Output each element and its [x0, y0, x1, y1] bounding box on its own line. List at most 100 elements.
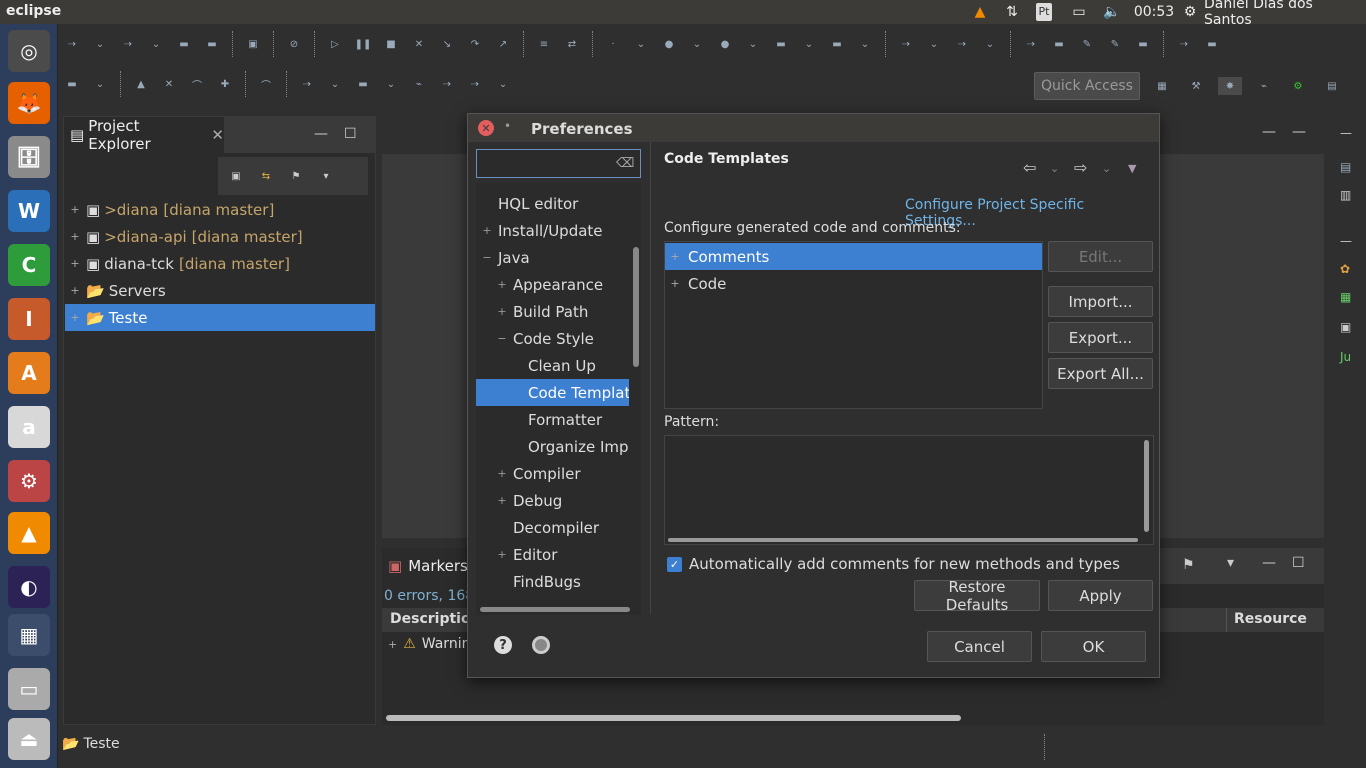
toolbar-icon[interactable]: ⌄ — [323, 75, 347, 93]
vlc-launcher-icon[interactable]: ▲ — [8, 512, 50, 554]
perspective-git-icon[interactable]: ⌁ — [1252, 77, 1276, 95]
keyboard-layout-indicator[interactable]: Pt — [1033, 2, 1055, 22]
perspective-debug-icon[interactable]: ✸ — [1218, 77, 1242, 95]
preference-tree-item[interactable]: Clean Up — [476, 352, 629, 379]
toolbar-icon[interactable]: ⇢ — [1172, 35, 1196, 53]
minimize-icon[interactable]: • — [504, 119, 511, 133]
toolbar-icon[interactable]: ▲ — [129, 75, 153, 93]
expand-icon[interactable]: + — [68, 230, 82, 243]
chevron-down-icon[interactable]: ⌄ — [1050, 162, 1059, 175]
battery-icon[interactable]: ▭ — [1066, 2, 1092, 22]
step-over-icon[interactable]: ↷ — [463, 35, 487, 53]
step-return-icon[interactable]: ↗ — [491, 35, 515, 53]
preference-tree-item[interactable]: + Install/Update — [476, 217, 629, 244]
skip-breakpoints-icon[interactable]: ⊘ — [282, 35, 306, 53]
writer-launcher-icon[interactable]: W — [8, 190, 50, 232]
expand-icon[interactable]: + — [68, 311, 82, 324]
chevron-down-icon[interactable]: ⌄ — [629, 35, 653, 53]
quick-access-button[interactable]: Quick Access — [1034, 72, 1140, 100]
software-center-launcher-icon[interactable]: A — [8, 352, 50, 394]
toolbar-icon[interactable]: ✎ — [1103, 35, 1127, 53]
tree-item[interactable]: + ▣ > diana-api [diana master] — [65, 223, 375, 250]
toolbar-icon[interactable]: ✚ — [213, 75, 237, 93]
tips-icon[interactable] — [532, 636, 550, 654]
chevron-down-icon[interactable]: ⌄ — [144, 35, 168, 53]
tree-item[interactable]: + 📂 Teste — [65, 304, 375, 331]
new-icon[interactable]: ⇢ — [60, 35, 84, 53]
junit-icon[interactable]: Ju — [1340, 350, 1351, 364]
toolbar-icon[interactable]: ⇢ — [894, 35, 918, 53]
auto-comments-label[interactable]: Automatically add comments for new metho… — [689, 555, 1120, 573]
suspend-icon[interactable]: ❚❚ — [351, 35, 375, 53]
cancel-button[interactable]: Cancel — [927, 631, 1032, 662]
toolbar-icon[interactable]: ⇢ — [950, 35, 974, 53]
task-list-icon[interactable]: ▥ — [1340, 188, 1351, 202]
chevron-down-icon[interactable]: ⌄ — [922, 35, 946, 53]
workspace-launcher-icon[interactable]: ▦ — [8, 614, 50, 656]
chevron-down-icon[interactable]: ⌄ — [1102, 162, 1111, 175]
export-all-button[interactable]: Export All... — [1048, 358, 1153, 389]
toolbar-icon[interactable]: ⌁ — [407, 75, 431, 93]
run-last-icon[interactable]: ● — [713, 35, 737, 53]
toolbar-icon[interactable]: ▬ — [172, 35, 196, 53]
perspective-gear-icon[interactable]: ⚙ — [1286, 77, 1310, 95]
network-icon[interactable]: ⇅ — [1002, 2, 1022, 22]
chevron-down-icon[interactable]: ⌄ — [741, 35, 765, 53]
debug-icon[interactable]: · — [601, 35, 625, 53]
collapse-icon[interactable]: − — [496, 332, 508, 345]
import-button[interactable]: Import... — [1048, 286, 1153, 317]
perspective-db-icon[interactable]: ▤ — [1320, 77, 1344, 95]
expand-icon[interactable]: + — [496, 548, 508, 561]
outline-icon[interactable]: ▤ — [1340, 160, 1351, 174]
close-icon[interactable]: ✕ — [211, 126, 224, 144]
toolbar-icon[interactable]: ▬ — [1131, 35, 1155, 53]
filter-icon[interactable]: ⚑ — [1182, 557, 1195, 573]
template-tree-item[interactable]: + Code — [665, 270, 1042, 297]
minimize-icon[interactable]: — — [1340, 126, 1352, 140]
preference-tree-item[interactable]: Organize Impo — [476, 433, 629, 460]
eclipse-launcher-icon[interactable]: ◐ — [8, 566, 50, 608]
console-icon[interactable]: ▣ — [1340, 320, 1351, 334]
project-explorer-tab[interactable]: ▤ Project Explorer ✕ — [64, 117, 224, 153]
back-arrow-icon[interactable]: ⇦ — [1023, 158, 1036, 177]
preference-tree-item[interactable]: HQL editor — [476, 190, 629, 217]
toolbar-icon[interactable]: ▬ — [1047, 35, 1071, 53]
expand-icon[interactable]: + — [496, 278, 508, 291]
files-launcher-icon[interactable]: 🗄 — [8, 136, 50, 178]
tree-icon[interactable]: ▦ — [1340, 290, 1351, 304]
palette-icon[interactable]: ✿ — [1340, 262, 1350, 276]
perspective-java-icon[interactable]: ⚒ — [1184, 77, 1208, 95]
expand-icon[interactable]: + — [668, 250, 682, 263]
preference-tree-item[interactable]: FindBugs — [476, 568, 629, 595]
user-name[interactable]: Daniel Dias dos Santos — [1204, 0, 1364, 28]
help-icon[interactable]: ? — [494, 636, 512, 654]
expand-icon[interactable]: + — [388, 638, 397, 651]
expand-icon[interactable]: + — [496, 494, 508, 507]
markers-horizontal-scrollbar[interactable] — [384, 714, 1322, 722]
session-gear-icon[interactable]: ⚙ — [1180, 2, 1200, 22]
collapse-icon[interactable]: − — [481, 251, 493, 264]
terminate-icon[interactable]: ■ — [379, 35, 403, 53]
drive-launcher-icon[interactable]: ▭ — [8, 668, 50, 710]
chevron-down-icon[interactable]: ⌄ — [978, 35, 1002, 53]
toolbar-icon[interactable]: ✎ — [1075, 35, 1099, 53]
auto-comments-checkbox[interactable]: ✓ — [667, 557, 682, 572]
markers-tab[interactable]: ▣ Markers — [382, 548, 472, 584]
toolbar-icon[interactable]: ⇢ — [463, 75, 487, 93]
chevron-down-icon[interactable]: ⌄ — [491, 75, 515, 93]
view-menu-icon[interactable]: ▾ — [314, 167, 338, 185]
link-with-editor-icon[interactable]: ⇆ — [254, 167, 278, 185]
open-perspective-icon[interactable]: ▦ — [1150, 77, 1174, 95]
dialog-sash[interactable] — [650, 142, 651, 614]
expand-icon[interactable]: + — [68, 284, 82, 297]
vlc-tray-icon[interactable]: ▲ — [970, 2, 990, 22]
preference-tree-item[interactable]: + Debug — [476, 487, 629, 514]
forward-arrow-icon[interactable]: ⇨ — [1074, 158, 1087, 177]
minimize-icon[interactable]: — — [1340, 234, 1352, 248]
toolbar-icon[interactable]: ⌒ — [185, 75, 209, 93]
tree-vertical-scrollbar[interactable] — [633, 247, 639, 367]
maximize-icon[interactable]: ☐ — [344, 126, 357, 142]
calc-launcher-icon[interactable]: C — [8, 244, 50, 286]
run-icon[interactable]: ● — [657, 35, 681, 53]
export-button[interactable]: Export... — [1048, 322, 1153, 353]
